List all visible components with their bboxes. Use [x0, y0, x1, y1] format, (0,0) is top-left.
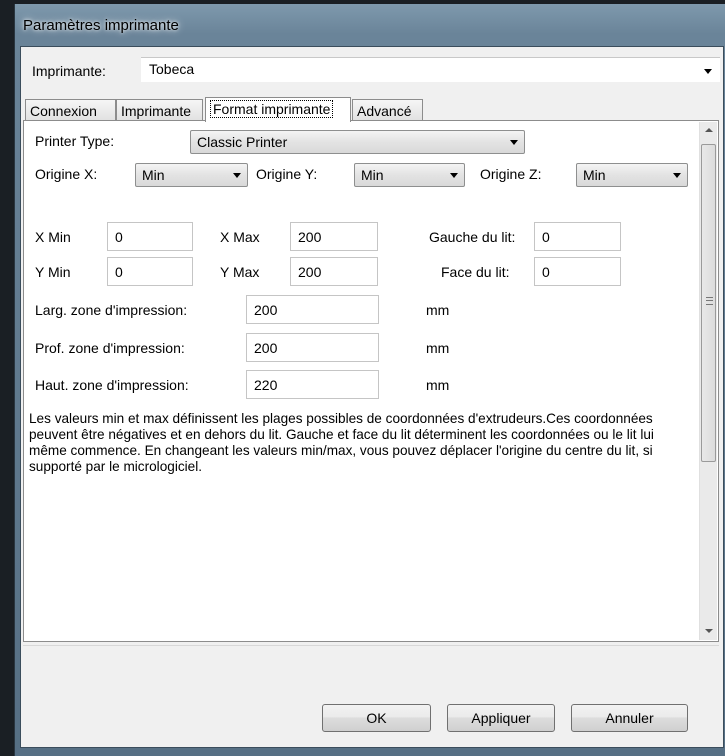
origin-y-label: Origine Y: [256, 166, 318, 182]
printer-type-value: Classic Printer [197, 134, 288, 150]
print-height-unit: mm [426, 377, 450, 393]
printer-label: Imprimante: [32, 63, 106, 79]
print-width-label: Larg. zone d'impression: [35, 302, 188, 318]
print-width-input[interactable]: 200 [246, 295, 379, 324]
print-depth-unit: mm [426, 340, 450, 356]
bed-left-label: Gauche du lit: [429, 229, 516, 245]
origin-z-select[interactable]: Min [576, 163, 688, 187]
grip-icon [706, 297, 713, 305]
printer-settings-window: Paramètres imprimante Imprimante: Tobeca… [14, 4, 725, 756]
dialog-client-area: Imprimante: Tobeca Connexion Imprimante … [20, 46, 724, 748]
print-depth-label: Prof. zone d'impression: [35, 340, 185, 356]
print-height-label: Haut. zone d'impression: [35, 377, 189, 393]
chevron-down-icon [673, 173, 681, 178]
x-max-label: X Max [220, 229, 260, 245]
origin-y-select[interactable]: Min [354, 163, 465, 187]
bed-left-input[interactable]: 0 [534, 222, 621, 251]
ok-button[interactable]: OK [322, 704, 431, 732]
chevron-down-icon [233, 173, 241, 178]
print-height-input[interactable]: 220 [246, 370, 379, 399]
print-depth-input[interactable]: 200 [246, 333, 379, 362]
vertical-scrollbar[interactable] [699, 122, 717, 640]
title-bar[interactable]: Paramètres imprimante [15, 4, 725, 46]
scroll-down-arrow-icon[interactable] [700, 623, 717, 640]
origin-z-label: Origine Z: [480, 166, 542, 182]
divider [23, 645, 719, 646]
scroll-up-arrow-icon[interactable] [700, 122, 717, 139]
x-min-input[interactable]: 0 [107, 222, 193, 251]
window-title: Paramètres imprimante [23, 17, 179, 34]
bed-front-input[interactable]: 0 [534, 257, 621, 286]
scrollbar-thumb[interactable] [701, 144, 716, 462]
printer-type-select[interactable]: Classic Printer [190, 130, 525, 154]
apply-button[interactable]: Appliquer [447, 704, 555, 732]
print-width-unit: mm [426, 302, 450, 318]
chevron-down-icon [450, 173, 458, 178]
x-min-label: X Min [35, 229, 71, 245]
format-imprimante-panel: Printer Type: Classic Printer Origine X:… [23, 120, 719, 642]
y-min-label: Y Min [35, 264, 71, 280]
origin-x-label: Origine X: [35, 166, 98, 182]
origin-x-select[interactable]: Min [135, 163, 248, 187]
y-max-label: Y Max [220, 264, 260, 280]
tab-advance[interactable]: Advancé [352, 99, 423, 120]
help-description: Les valeurs min et max définissent les p… [29, 411, 654, 474]
x-max-input[interactable]: 200 [290, 222, 378, 251]
cancel-button[interactable]: Annuler [571, 704, 688, 732]
y-min-input[interactable]: 0 [107, 257, 193, 286]
tab-bar: Connexion Imprimante Format imprimante A… [23, 97, 719, 122]
tab-format-imprimante[interactable]: Format imprimante [205, 97, 351, 122]
printer-select[interactable]: Tobeca [141, 57, 720, 82]
y-max-input[interactable]: 200 [290, 257, 378, 286]
bed-front-label: Face du lit: [441, 264, 510, 280]
printer-type-label: Printer Type: [35, 133, 115, 149]
tab-connexion[interactable]: Connexion [25, 99, 116, 120]
chevron-down-icon [704, 69, 712, 74]
printer-select-value: Tobeca [149, 61, 195, 77]
tab-imprimante[interactable]: Imprimante [116, 99, 203, 120]
chevron-down-icon [510, 140, 518, 145]
